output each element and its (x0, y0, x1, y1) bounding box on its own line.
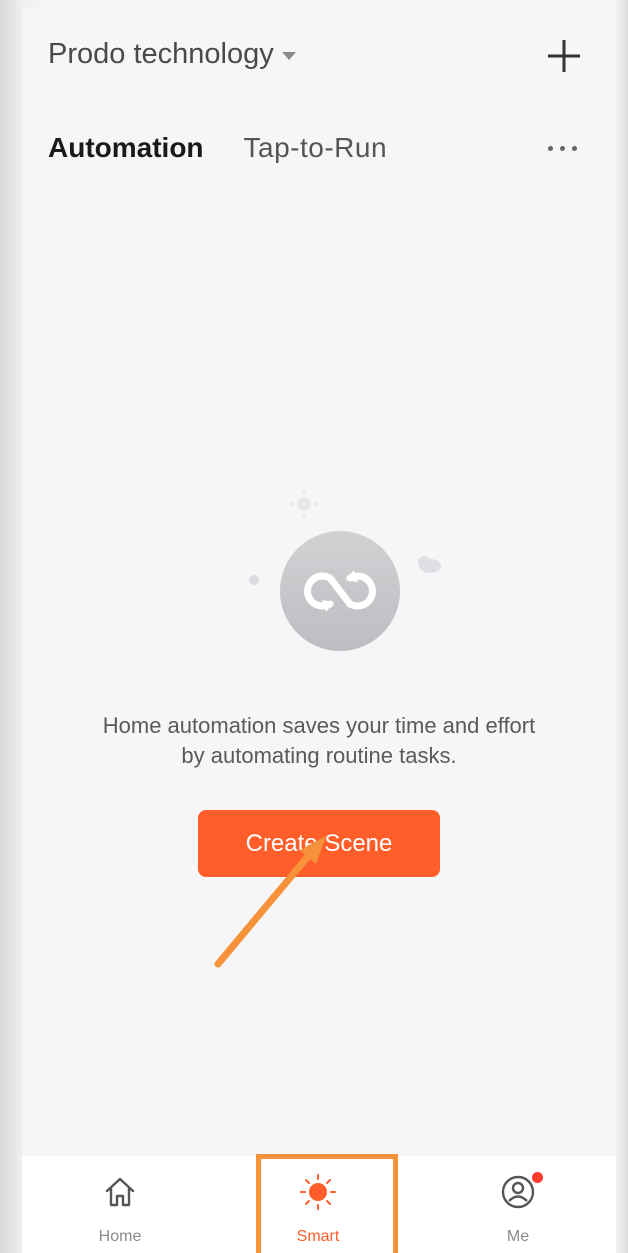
home-selector[interactable]: Prodo technology (48, 38, 296, 71)
more-dot (572, 145, 577, 151)
more-button[interactable] (548, 138, 584, 158)
caret-down-icon (281, 51, 296, 60)
nav-me-label: Me (506, 1228, 530, 1245)
plus-icon (548, 40, 580, 72)
more-horizontal-icon (548, 145, 553, 151)
nav-home-label: Home (98, 1228, 142, 1245)
empty-state-illustration (192, 490, 452, 686)
add-button[interactable] (544, 36, 584, 76)
notification-badge (530, 1170, 545, 1185)
home-name: Prodo technology (48, 38, 274, 70)
home-icon (105, 1177, 135, 1207)
nav-home[interactable]: Home (60, 1156, 180, 1253)
highlight-box (256, 1154, 398, 1253)
scene-tabs: Automation Tap-to-Run (48, 132, 387, 164)
empty-state-line-1: Home automation saves your time and effo… (102, 713, 536, 738)
tab-tap-to-run[interactable]: Tap-to-Run (244, 132, 388, 164)
more-dot (560, 145, 565, 151)
screen-edge (616, 0, 628, 1253)
create-scene-button[interactable]: Create Scene (198, 810, 440, 877)
empty-state-message: Home automation saves your time and effo… (52, 711, 586, 771)
empty-state-line-2: by automating routine tasks. (181, 743, 457, 768)
nav-me[interactable]: Me (458, 1156, 578, 1253)
tab-automation[interactable]: Automation (48, 132, 204, 164)
app-screen: Prodo technology Automation Tap-to-Run H… (22, 8, 616, 1253)
